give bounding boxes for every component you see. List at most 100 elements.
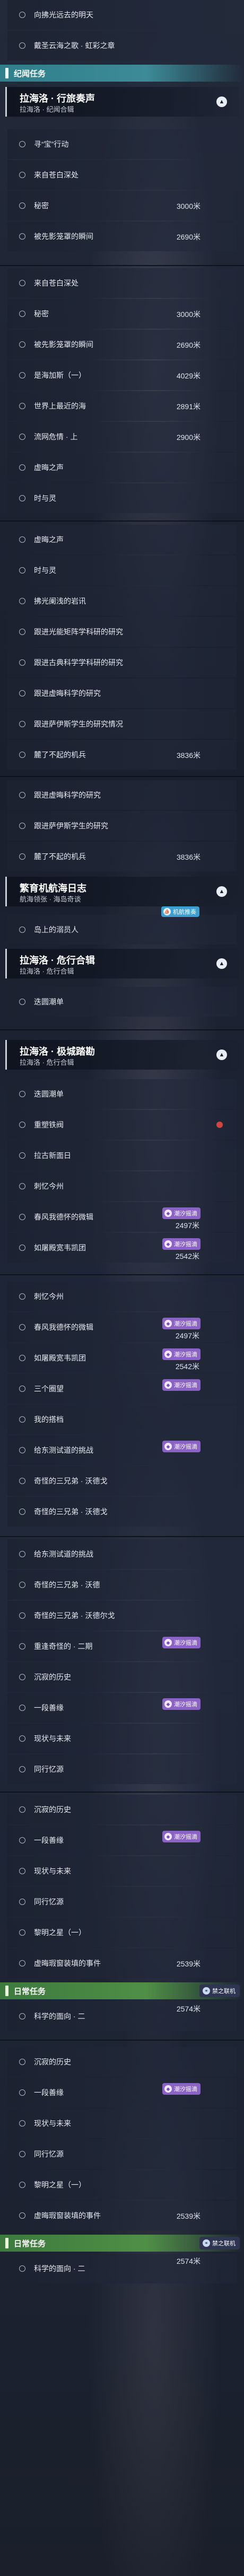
quest-row[interactable]: 科学的面向 · 二 2574米 [7, 2254, 237, 2283]
quest-row[interactable]: 沉寂的历史 [7, 1662, 237, 1692]
quest-label: 奇怪的三兄弟 · 沃德尔戈 [34, 1611, 115, 1620]
chevron-up-icon[interactable]: ▲ [216, 96, 227, 107]
quest-row[interactable]: 现状与未来 [7, 2109, 237, 2138]
quest-row[interactable]: 被先影笼罩的瞬间 2690米 [7, 330, 237, 359]
quest-label: 麓了不起的机兵 [34, 852, 86, 861]
quest-row[interactable]: 一段善缘 ◆ 潮汐摇滴 [7, 1825, 237, 1855]
status-icon [19, 927, 25, 933]
quest-row[interactable]: 迭圆潮单 [7, 987, 237, 1017]
category-header[interactable]: 日常任务 ⚭ 禁之联机 [0, 2235, 244, 2252]
quest-row[interactable]: 麓了不起的机兵 3836米 [7, 842, 237, 871]
chevron-up-icon[interactable]: ▲ [216, 958, 227, 969]
quest-row[interactable]: 现状与未来 [7, 1724, 237, 1753]
quest-row[interactable]: 奇怪的三兄弟 · 沃德戈 [7, 1497, 237, 1527]
quest-row[interactable]: 刺忆今州 [7, 1171, 237, 1201]
quest-row[interactable]: 一段善缘 ◆ 潮汐摇滴 [7, 1693, 237, 1723]
quest-row[interactable]: 奇怪的三兄弟 · 沃德尔戈 [7, 1601, 237, 1630]
quest-row[interactable]: 来自苍白深处 [7, 160, 237, 190]
status-icon [19, 1612, 25, 1619]
quest-row[interactable]: 虚晦瑕窗装填的事件 2539米 [7, 2201, 237, 2230]
quest-row[interactable]: 刺忆今州 [7, 1282, 237, 1311]
quest-row[interactable]: 虚晦之声 [7, 453, 237, 482]
quest-row[interactable]: 如屠殿宽韦凯团 ◆ 潮汐摇滴 2542米 [7, 1343, 237, 1373]
quest-row[interactable]: 跟进萨伊斯学生的研究 [7, 811, 237, 841]
quest-row[interactable]: 向拂光远去的明天 [7, 0, 237, 30]
quest-group-card[interactable]: 繁育机航海日志 航海领张 · 海岛奇谈 ▲ [5, 877, 239, 906]
status-icon [19, 280, 25, 286]
quest-label: 春风我德怀的微辑 [34, 1213, 93, 1221]
chevron-up-icon[interactable]: ▲ [216, 1049, 227, 1060]
quest-row[interactable]: 拂光阑浅的岩讯 [7, 586, 237, 616]
quest-row[interactable]: 重塑铁阀 [7, 1110, 237, 1140]
quest-row[interactable]: 跟进萨伊斯学生的研究情况 [7, 709, 237, 739]
quest-row[interactable]: 三个圈望 ◆ 潮汐摇滴 [7, 1374, 237, 1404]
quest-row[interactable]: 流网危情 · 上 2900米 [7, 422, 237, 452]
dream-icon: ◆ [164, 1240, 172, 1248]
quest-row[interactable]: 沉寂的历史 [7, 2047, 237, 2077]
status-icon [19, 598, 25, 604]
quest-label: 黎明之星（一） [34, 2181, 86, 2189]
quest-row[interactable]: 同行忆源 [7, 1754, 237, 1784]
quest-label: 跟进萨伊斯学生的研究情况 [34, 720, 123, 728]
quest-row[interactable]: 现状与未来 [7, 1856, 237, 1886]
distance-text: 2900米 [176, 433, 201, 442]
quest-row[interactable]: 世界上最近的海 2891米 [7, 391, 237, 421]
quest-row[interactable]: 黎明之星（一） [7, 2170, 237, 2200]
notification-dot-icon [216, 1122, 223, 1128]
quest-row[interactable]: 麓了不起的机兵 3836米 [7, 740, 237, 770]
quest-row[interactable]: 一段善缘 ◆ 潮汐摇滴 [7, 2078, 237, 2107]
dream-icon: ◆ [164, 1639, 172, 1646]
quest-row[interactable]: 迭圆潮单 [7, 1079, 237, 1109]
quest-row[interactable]: 岛上的溺员人 ⛵ 机航推奏 [7, 906, 237, 945]
quest-row[interactable]: 奇怪的三兄弟 · 沃德戈 [7, 1466, 237, 1496]
quest-row[interactable]: 寻“宝”行动 [7, 129, 237, 159]
status-icon [19, 495, 25, 501]
dream-tag: ◆ 潮汐摇滴 [162, 1379, 201, 1391]
quest-row[interactable]: 时与灵 [7, 555, 237, 585]
quest-row[interactable]: 春风我德怀的微辑 ◆ 潮汐摇滴 2497米 [7, 1202, 237, 1232]
category-header[interactable]: 日常任务 ⚭ 禁之联机 [0, 1982, 244, 1999]
quest-row[interactable]: 是海加斯（一） 4029米 [7, 360, 237, 390]
quest-row[interactable]: 时与灵 [7, 483, 237, 513]
quest-row[interactable]: 跟进虚晦科学的研究 [7, 678, 237, 708]
quest-group-card[interactable]: 拉海洛 · 极城踏勘 拉海洛 · 危行合辑 ▲ [5, 1040, 239, 1070]
quest-row[interactable]: 给东测试道的挑战 ◆ 潮汐摇滴 [7, 1435, 237, 1465]
quest-row[interactable]: 跟进光能矩阵学科研的研究 [7, 617, 237, 647]
chevron-up-icon[interactable]: ▲ [216, 886, 227, 897]
quest-row[interactable]: 来自苍白深处 [7, 268, 237, 298]
quest-row[interactable]: 跟进古典科学学科研的研究 [7, 648, 237, 677]
quest-row[interactable]: 同行忆源 [7, 1887, 237, 1917]
quest-row[interactable]: 奇怪的三兄弟 · 沃德 [7, 1570, 237, 1600]
quest-row[interactable]: 戴圣云海之歌 · 虹彩之章 [7, 31, 237, 60]
tag-label: 潮汐摇滴 [174, 2086, 197, 2093]
quest-row[interactable]: 虚晦之声 [7, 525, 237, 554]
quest-group-subtitle: 拉海洛 · 纪闻合辑 [20, 105, 74, 113]
quest-row[interactable]: 我的搭档 [7, 1405, 237, 1434]
distance-text: 2497米 [175, 1221, 199, 1230]
status-icon [19, 42, 25, 49]
quest-row[interactable]: 拉古新面日 [7, 1141, 237, 1170]
quest-group-title: 拉海洛 · 危行合辑 [20, 955, 95, 966]
quest-label: 跟进光能矩阵学科研的研究 [34, 628, 123, 636]
category-header[interactable]: 纪闻任务 [0, 65, 244, 82]
distance-text: 2539米 [176, 2212, 201, 2220]
quest-row[interactable]: 秘密 3000米 [7, 191, 237, 220]
quest-row[interactable]: 给东测试道的挑战 [7, 1539, 237, 1569]
status-icon [19, 2212, 25, 2219]
quest-row[interactable]: 沉寂的历史 [7, 1795, 237, 1824]
quest-group-card[interactable]: 拉海洛 · 行旅奏声 拉海洛 · 纪闻合辑 ▲ [5, 87, 239, 117]
quest-row[interactable]: 科学的面向 · 二 2574米 [7, 2001, 237, 2031]
quest-row[interactable]: 被先影笼罩的瞬间 2690米 [7, 222, 237, 251]
quest-row[interactable]: 重逢奇怪的 · 二期 ◆ 潮汐摇滴 [7, 1631, 237, 1661]
status-icon [19, 2265, 25, 2272]
quest-label: 流网危情 · 上 [34, 433, 78, 441]
quest-row[interactable]: 跟进虚晦科学的研究 [7, 780, 237, 810]
quest-row[interactable]: 如屠殿宽韦凯团 ◆ 潮汐摇滴 2542米 [7, 1233, 237, 1263]
quest-row[interactable]: 黎明之星（一） [7, 1918, 237, 1947]
quest-row[interactable]: 同行忆源 [7, 2139, 237, 2169]
screenshot-divider [0, 1536, 244, 1537]
quest-row[interactable]: 秘密 3000米 [7, 299, 237, 329]
quest-row[interactable]: 春风我德怀的微辑 ◆ 潮汐摇滴 2497米 [7, 1312, 237, 1342]
quest-group-card[interactable]: 拉海洛 · 危行合辑 拉海洛 · 危行合辑 ▲ [5, 949, 239, 978]
quest-row[interactable]: 虚晦瑕窗装填的事件 2539米 [7, 1948, 237, 1978]
